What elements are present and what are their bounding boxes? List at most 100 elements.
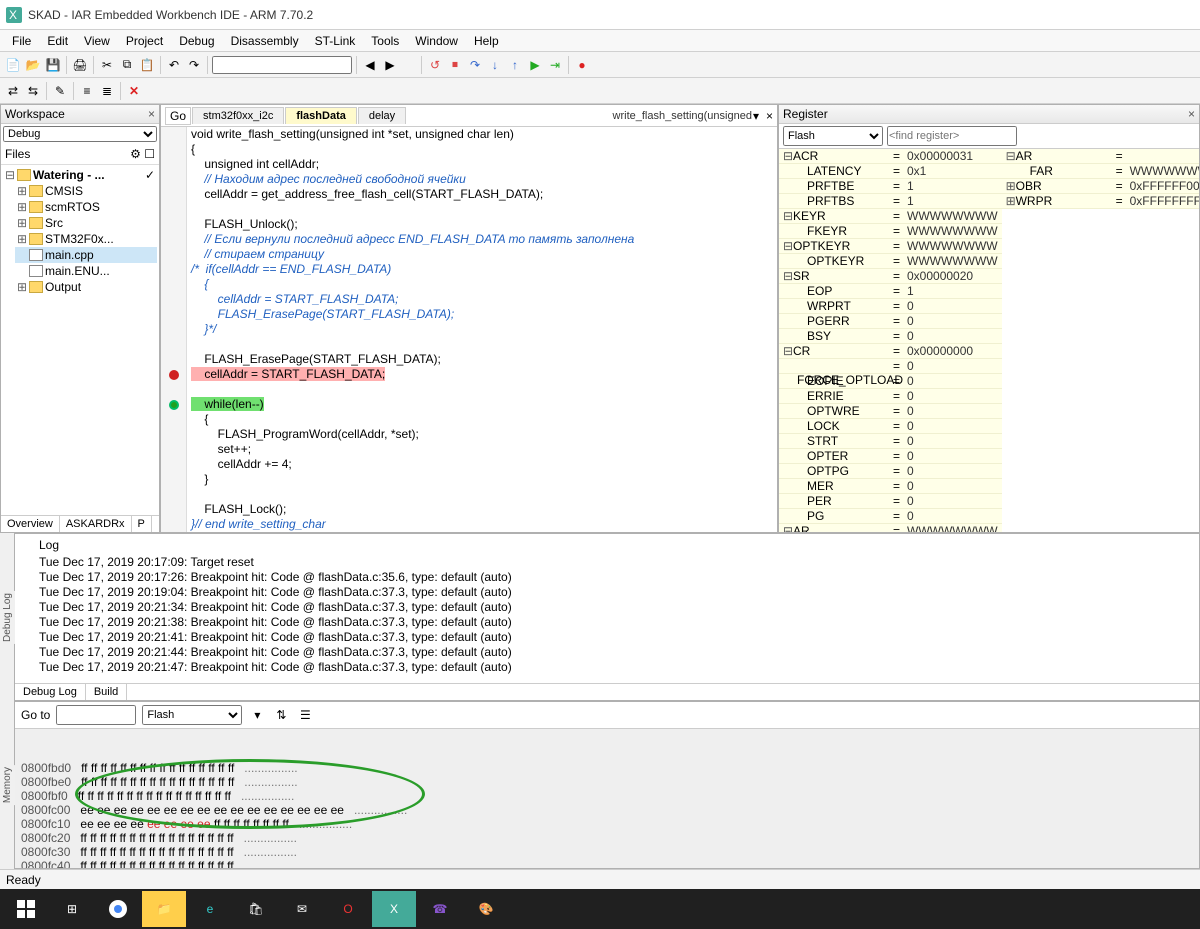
register-row[interactable]: OPTPG=0	[779, 464, 1002, 479]
register-row[interactable]: OPTWRE=0	[779, 404, 1002, 419]
register-row[interactable]: MER=0	[779, 479, 1002, 494]
log-body[interactable]: Log Tue Dec 17, 2019 20:17:09: Target re…	[15, 534, 1199, 683]
run-icon[interactable]: ▶	[526, 56, 544, 74]
menu-disassembly[interactable]: Disassembly	[223, 32, 307, 50]
register-row[interactable]: PG=0	[779, 509, 1002, 524]
tool3-icon[interactable]: ✎	[51, 82, 69, 100]
step-over-icon[interactable]: ↷	[466, 56, 484, 74]
print-icon[interactable]: 🖨	[71, 56, 89, 74]
search-input[interactable]	[212, 56, 352, 74]
register-row[interactable]: PER=0	[779, 494, 1002, 509]
register-row[interactable]: LATENCY=0x1	[779, 164, 1002, 179]
tree-root[interactable]: ⊟ Watering - ...✓	[3, 167, 157, 183]
log-tab[interactable]: Build	[86, 684, 127, 700]
register-row[interactable]: FORCE_OPTLOAD=0	[779, 359, 1002, 374]
register-row[interactable]: OPTKEYR=WWWWWWWW	[779, 254, 1002, 269]
reset-icon[interactable]: ↺	[426, 56, 444, 74]
register-row[interactable]: PGERR=0	[779, 314, 1002, 329]
mem-cfg1-icon[interactable]: ▾	[248, 706, 266, 724]
menu-debug[interactable]: Debug	[171, 32, 222, 50]
register-row[interactable]: ⊟SR=0x00000020	[779, 269, 1002, 284]
register-row[interactable]: ⊟CR=0x00000000	[779, 344, 1002, 359]
step-into-icon[interactable]: ↓	[486, 56, 504, 74]
menu-edit[interactable]: Edit	[39, 32, 76, 50]
go-button[interactable]: Go	[165, 107, 191, 125]
taskview-icon[interactable]: ⊞	[50, 891, 94, 927]
run-to-icon[interactable]: ⇥	[546, 56, 564, 74]
chrome-icon[interactable]	[96, 891, 140, 927]
menu-tools[interactable]: Tools	[363, 32, 407, 50]
register-row[interactable]: BSY=0	[779, 329, 1002, 344]
register-row[interactable]: PRFTBS=1	[779, 194, 1002, 209]
editor-tab[interactable]: stm32f0xx_i2c	[192, 107, 284, 124]
menu-file[interactable]: File	[4, 32, 39, 50]
mail-icon[interactable]: ✉	[280, 891, 324, 927]
mem-cfg2-icon[interactable]: ⇅	[272, 706, 290, 724]
store-icon[interactable]: 🛍	[234, 891, 278, 927]
register-group-select[interactable]: Flash	[783, 126, 883, 146]
register-row[interactable]: LOCK=0	[779, 419, 1002, 434]
memory-region-select[interactable]: Flash	[142, 705, 242, 725]
function-indicator[interactable]: write_flash_setting(unsigned	[613, 110, 752, 122]
open-icon[interactable]: 📂	[24, 56, 42, 74]
register-close-icon[interactable]: ×	[1188, 107, 1195, 121]
tree-item[interactable]: main.cpp	[15, 247, 157, 263]
config-select[interactable]: Debug	[3, 126, 157, 142]
file-tree[interactable]: ⊟ Watering - ...✓ ⊞CMSIS⊞scmRTOS⊞Src⊞STM…	[1, 165, 159, 515]
register-row[interactable]: ⊟AR=WWWWWWWW	[779, 524, 1002, 532]
viber-icon[interactable]: ☎	[418, 891, 462, 927]
dropdown-icon[interactable]: ▾	[753, 109, 759, 123]
editor-tab[interactable]: flashData	[285, 107, 357, 124]
nav-back-icon[interactable]: ◀	[361, 56, 379, 74]
register-row[interactable]: FKEYR=WWWWWWWW	[779, 224, 1002, 239]
copy-icon[interactable]: ⧉	[118, 56, 136, 74]
stop-icon[interactable]: ⏹	[446, 56, 464, 74]
find-register-input[interactable]	[887, 126, 1017, 146]
ws-tab[interactable]: ASKARDRx	[60, 516, 132, 532]
mem-cfg3-icon[interactable]: ☰	[296, 706, 314, 724]
menu-view[interactable]: View	[76, 32, 118, 50]
undo-icon[interactable]: ↶	[165, 56, 183, 74]
goto-input[interactable]	[56, 705, 136, 725]
start-button[interactable]	[4, 891, 48, 927]
tree-item[interactable]: ⊞STM32F0x...	[15, 231, 157, 247]
edge-icon[interactable]: e	[188, 891, 232, 927]
tree-item[interactable]: main.ENU...	[15, 263, 157, 279]
ws-tab[interactable]: Overview	[1, 516, 60, 532]
tree-item[interactable]: ⊞CMSIS	[15, 183, 157, 199]
step-out-icon[interactable]: ↑	[506, 56, 524, 74]
breakpoint-icon[interactable]: ●	[573, 56, 591, 74]
log-tab[interactable]: Debug Log	[15, 684, 86, 700]
register-row[interactable]: EOPIE=0	[779, 374, 1002, 389]
tree-item[interactable]: ⊞Output	[15, 279, 157, 295]
register-row[interactable]: ⊟AR=	[1002, 149, 1199, 164]
workspace-close-icon[interactable]: ×	[148, 107, 155, 121]
register-row[interactable]: WRPRT=0	[779, 299, 1002, 314]
menu-project[interactable]: Project	[118, 32, 171, 50]
register-row[interactable]: ⊞WRPR=0xFFFFFFFF	[1002, 194, 1199, 209]
cut-icon[interactable]: ✂	[98, 56, 116, 74]
tool4-icon[interactable]: ≡	[78, 82, 96, 100]
iar-icon[interactable]: X	[372, 891, 416, 927]
nav-fwd-icon[interactable]: ▶	[381, 56, 399, 74]
explorer-icon[interactable]: 📁	[142, 891, 186, 927]
memory-view[interactable]: 0800fbd0ff ff ff ff ff ff ff ff ff ff ff…	[15, 729, 1199, 868]
code-editor[interactable]: void write_flash_setting(unsigned int *s…	[161, 127, 777, 532]
new-icon[interactable]: 📄	[4, 56, 22, 74]
menu-st-link[interactable]: ST-Link	[307, 32, 364, 50]
register-row[interactable]: FAR=WWWWWWWW	[1002, 164, 1199, 179]
redo-icon[interactable]: ↷	[185, 56, 203, 74]
save-icon[interactable]: 💾	[44, 56, 62, 74]
tool1-icon[interactable]: ⇄	[4, 82, 22, 100]
tree-item[interactable]: ⊞Src	[15, 215, 157, 231]
register-row[interactable]: OPTER=0	[779, 449, 1002, 464]
paint-icon[interactable]: 🎨	[464, 891, 508, 927]
opera-icon[interactable]: O	[326, 891, 370, 927]
register-row[interactable]: ⊞OBR=0xFFFFFF00	[1002, 179, 1199, 194]
register-row[interactable]: EOP=1	[779, 284, 1002, 299]
menu-window[interactable]: Window	[407, 32, 466, 50]
register-row[interactable]: STRT=0	[779, 434, 1002, 449]
register-row[interactable]: ⊟KEYR=WWWWWWWW	[779, 209, 1002, 224]
ws-tab[interactable]: P	[132, 516, 152, 532]
menu-help[interactable]: Help	[466, 32, 507, 50]
